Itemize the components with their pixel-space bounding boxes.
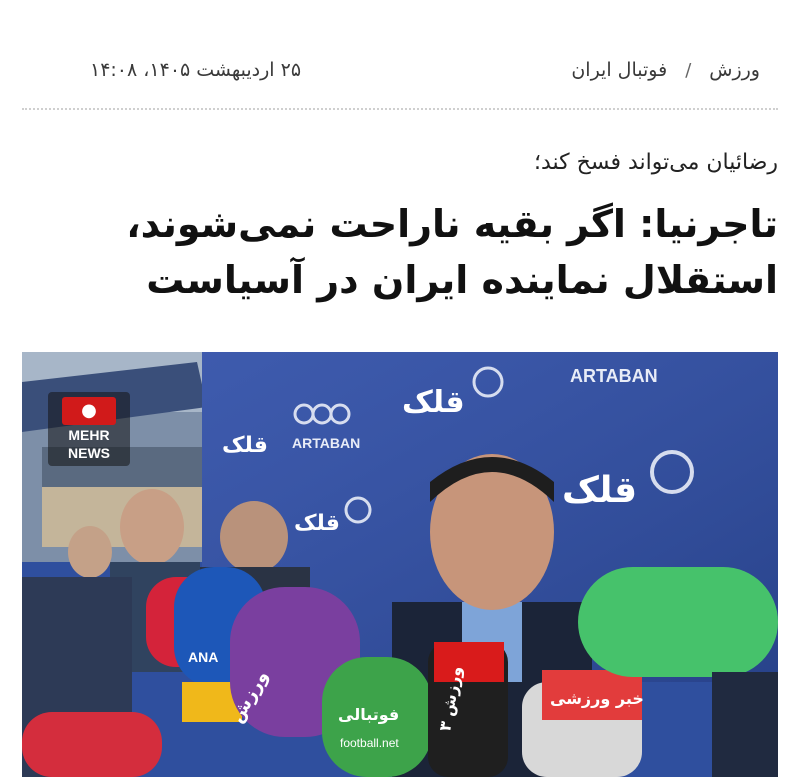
meta-divider: [22, 108, 778, 110]
svg-text:خبر ورزشی: خبر ورزشی: [550, 689, 644, 708]
mehr-logo-line-2: NEWS: [68, 445, 110, 461]
svg-text:football.net: football.net: [340, 736, 399, 750]
svg-text:ANA: ANA: [188, 649, 218, 665]
svg-text:قلک: قلک: [222, 433, 268, 458]
mehr-logo-mark-icon: ●: [62, 397, 116, 425]
svg-text:فوتبالی: فوتبالی: [338, 705, 399, 724]
press-scene-illustration: ARTABAN ARTABAN قلک قلک قلک قلک ورزش فوت…: [22, 352, 778, 777]
headline-line-2: استقلال نماینده ایران در آسیاست: [146, 258, 778, 302]
headline-line-1: تاجرنیا: اگر بقیه ناراحت نمی‌شوند،: [126, 202, 778, 246]
article-meta: ورزش / فوتبال ایران ۲۵ اردیبهشت ۱۴۰۵، ۱۴…: [24, 52, 760, 88]
svg-text:قلک: قلک: [402, 385, 465, 420]
news-page: ورزش / فوتبال ایران ۲۵ اردیبهشت ۱۴۰۵، ۱۴…: [0, 0, 800, 781]
svg-text:قلک: قلک: [562, 470, 637, 511]
article-lead: رضائیان می‌تواند فسخ کند؛: [534, 150, 778, 175]
svg-text:ARTABAN: ARTABAN: [292, 435, 360, 451]
breadcrumb-category-link[interactable]: ورزش: [709, 59, 760, 81]
svg-text:ARTABAN: ARTABAN: [570, 366, 658, 386]
breadcrumb: ورزش / فوتبال ایران: [571, 59, 760, 81]
breadcrumb-separator: /: [685, 59, 692, 81]
mehr-news-logo: ● MEHR NEWS: [48, 392, 130, 466]
mehr-logo-line-1: MEHR: [68, 427, 110, 443]
publish-datetime: ۲۵ اردیبهشت ۱۴۰۵، ۱۴:۰۸: [90, 59, 302, 81]
svg-text:قلک: قلک: [294, 511, 340, 536]
breadcrumb-subcategory-link[interactable]: فوتبال ایران: [571, 59, 667, 81]
article-headline: تاجرنیا: اگر بقیه ناراحت نمی‌شوند، استقل…: [80, 196, 778, 308]
article-photo[interactable]: ARTABAN ARTABAN قلک قلک قلک قلک ورزش فوت…: [22, 352, 778, 777]
